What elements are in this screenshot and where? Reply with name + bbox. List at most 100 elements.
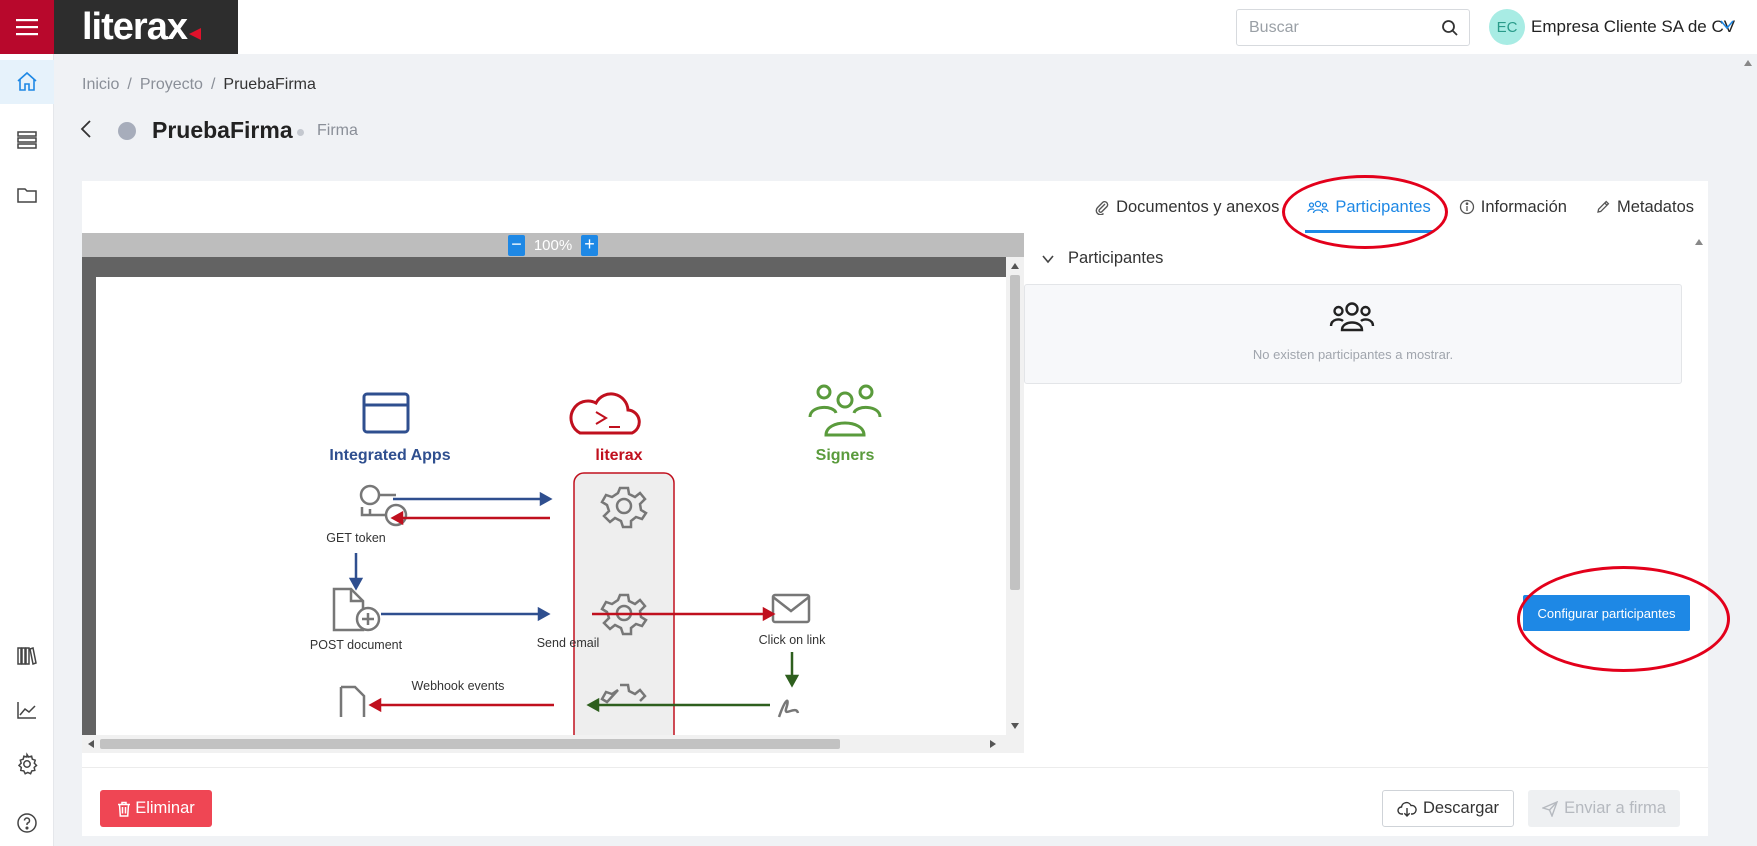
- help-icon: [17, 813, 37, 833]
- nav-folders[interactable]: [0, 173, 54, 217]
- footer-divider: [82, 767, 1708, 768]
- tab-documents-label: Documentos y anexos: [1116, 197, 1280, 216]
- participants-empty-state: No existen participantes a mostrar.: [1024, 284, 1682, 384]
- zoom-bar: − 100% +: [82, 233, 1024, 257]
- send-to-sign-button[interactable]: Enviar a firma: [1528, 790, 1680, 827]
- cloud-icon: [569, 392, 641, 435]
- chart-icon: [17, 702, 36, 719]
- step-send-email: Send email: [537, 636, 600, 650]
- scroll-right-arrow-icon[interactable]: [990, 740, 996, 748]
- signature-icon: [777, 699, 800, 718]
- col-literax-label: literax: [595, 447, 642, 464]
- breadcrumb-proyecto[interactable]: Proyecto: [140, 76, 203, 93]
- nav-settings[interactable]: [0, 742, 54, 786]
- zoom-level: 100%: [533, 237, 573, 254]
- download-label: Descargar: [1422, 799, 1500, 817]
- annotation-ellipse-participants-tab: [1282, 175, 1448, 249]
- breadcrumb: Inicio / Proyecto / PruebaFirma: [82, 76, 316, 94]
- step-webhook: Webhook events: [412, 679, 505, 693]
- chevron-down-icon: [1042, 254, 1054, 263]
- viewer-horizontal-thumb[interactable]: [100, 739, 840, 749]
- zoom-out-button[interactable]: −: [508, 235, 525, 256]
- viewer-vertical-scrollbar[interactable]: [1006, 257, 1024, 735]
- pencil-icon: [1597, 200, 1610, 213]
- viewer-horizontal-scrollbar[interactable]: [82, 735, 1024, 753]
- layers-icon: [17, 131, 37, 149]
- delete-label: Eliminar: [135, 799, 195, 817]
- user-name[interactable]: Empresa Cliente SA de CV: [1531, 17, 1735, 37]
- tab-metadata[interactable]: Metadatos: [1581, 181, 1708, 233]
- tab-metadata-label: Metadatos: [1616, 197, 1694, 216]
- step-post-document: POST document: [310, 638, 403, 652]
- step-get-token: GET token: [326, 531, 386, 545]
- scroll-up-arrow-icon[interactable]: [1695, 239, 1703, 245]
- gear-icon: [17, 752, 38, 775]
- status-indicator: [118, 122, 136, 140]
- scroll-down-arrow-icon[interactable]: [1011, 723, 1019, 729]
- scroll-up-arrow-icon[interactable]: [1011, 263, 1019, 269]
- nav-home[interactable]: [0, 60, 54, 104]
- search-input[interactable]: [1237, 10, 1427, 45]
- signers-icon: [808, 384, 882, 437]
- paperclip-icon: [1095, 201, 1109, 215]
- nav-help[interactable]: [0, 801, 54, 845]
- nav-projects[interactable]: [0, 118, 54, 162]
- viewer-vertical-thumb[interactable]: [1010, 275, 1020, 590]
- document-page: Integrated Apps literax Signers GET toke…: [96, 277, 1006, 735]
- document-card: Documentos y anexos Participantes Inform…: [82, 181, 1708, 836]
- document-type: Firma: [317, 122, 358, 139]
- title-separator-dot: [297, 129, 304, 136]
- scroll-left-arrow-icon[interactable]: [88, 740, 94, 748]
- tab-information-label: Información: [1480, 197, 1567, 216]
- logo-text: literax: [82, 6, 188, 48]
- library-icon: [17, 647, 37, 665]
- hamburger-icon: [16, 19, 38, 36]
- participants-scrollbar[interactable]: [1690, 233, 1708, 753]
- zoom-in-button[interactable]: +: [581, 235, 598, 256]
- step-click-link: Click on link: [759, 633, 826, 647]
- col-signers-label: Signers: [816, 447, 875, 464]
- page-scrollbar[interactable]: [1739, 54, 1757, 846]
- document-canvas[interactable]: Integrated Apps literax Signers GET toke…: [82, 257, 1006, 735]
- trash-icon: [118, 801, 131, 817]
- breadcrumb-separator: /: [210, 76, 216, 93]
- nav-library[interactable]: [0, 634, 54, 678]
- app-window-icon: [362, 392, 410, 434]
- users-icon: [1329, 302, 1375, 332]
- participants-empty-text: No existen participantes a mostrar.: [1252, 347, 1454, 362]
- search-icon[interactable]: [1441, 19, 1459, 37]
- breadcrumb-current: PruebaFirma: [223, 76, 316, 93]
- menu-button[interactable]: [0, 0, 54, 54]
- tab-information[interactable]: Información: [1445, 181, 1581, 233]
- document-icon: [339, 685, 366, 717]
- participants-section-title: Participantes: [1068, 249, 1164, 267]
- document-add-icon: [332, 587, 381, 632]
- diagram: Integrated Apps literax Signers GET toke…: [310, 384, 882, 735]
- breadcrumb-inicio[interactable]: Inicio: [82, 76, 119, 93]
- side-rail: [0, 0, 54, 846]
- page-title: PruebaFirma: [152, 117, 293, 143]
- breadcrumb-separator: /: [127, 76, 132, 93]
- col-apps-label: Integrated Apps: [329, 447, 450, 464]
- nav-reports[interactable]: [0, 688, 54, 732]
- participants-section-header[interactable]: Participantes: [1042, 249, 1163, 268]
- envelope-icon: [771, 593, 811, 624]
- logo-accent-icon: [188, 28, 201, 40]
- back-arrow-icon[interactable]: [80, 119, 92, 139]
- tab-documents[interactable]: Documentos y anexos: [1080, 181, 1293, 233]
- send-to-sign-label: Enviar a firma: [1564, 799, 1666, 817]
- logo[interactable]: literax: [54, 0, 238, 54]
- delete-button[interactable]: Eliminar: [100, 790, 212, 827]
- scroll-up-arrow-icon[interactable]: [1744, 60, 1752, 66]
- folder-icon: [17, 188, 37, 203]
- participants-panel: Participantes No existen participantes a…: [1024, 233, 1708, 753]
- cloud-download-icon: [1397, 801, 1417, 817]
- home-icon: [17, 71, 37, 91]
- info-icon: [1459, 199, 1474, 215]
- paper-plane-icon: [1542, 800, 1559, 817]
- search-box[interactable]: [1236, 9, 1470, 46]
- avatar[interactable]: EC: [1489, 9, 1525, 45]
- chevron-down-icon[interactable]: [1720, 19, 1734, 31]
- download-button[interactable]: Descargar: [1382, 790, 1514, 827]
- top-bar: [238, 0, 1757, 54]
